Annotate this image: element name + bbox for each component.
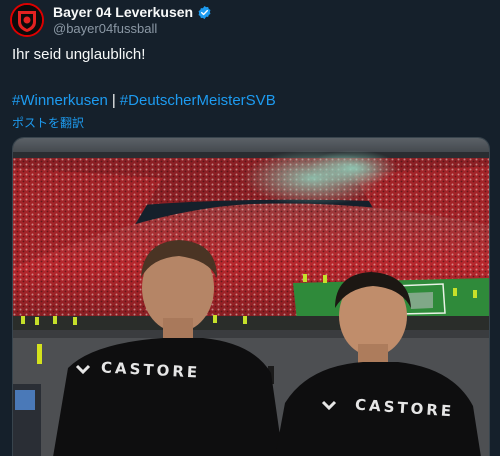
handle[interactable]: @bayer04fussball (53, 21, 212, 36)
translate-post-link[interactable]: ポストを翻訳 (12, 114, 84, 131)
display-name[interactable]: Bayer 04 Leverkusen (53, 4, 193, 20)
tweet-header: Bayer 04 Leverkusen @bayer04fussball (10, 0, 212, 40)
tweet-photo[interactable]: CASTORE CASTORE (12, 137, 490, 456)
bayer04-crest-icon (12, 5, 42, 35)
avatar[interactable] (10, 3, 44, 37)
hashtag-deutschermeistersvb[interactable]: #DeutscherMeisterSVB (120, 92, 276, 109)
hashtag-line: #Winnerkusen | #DeutscherMeisterSVB (12, 92, 276, 109)
hashtag-separator: | (111, 92, 116, 109)
verified-badge-icon (198, 5, 211, 19)
tweet-text: Ihr seid unglaublich! (12, 46, 146, 63)
hashtag-winnerkusen[interactable]: #Winnerkusen (12, 92, 108, 109)
